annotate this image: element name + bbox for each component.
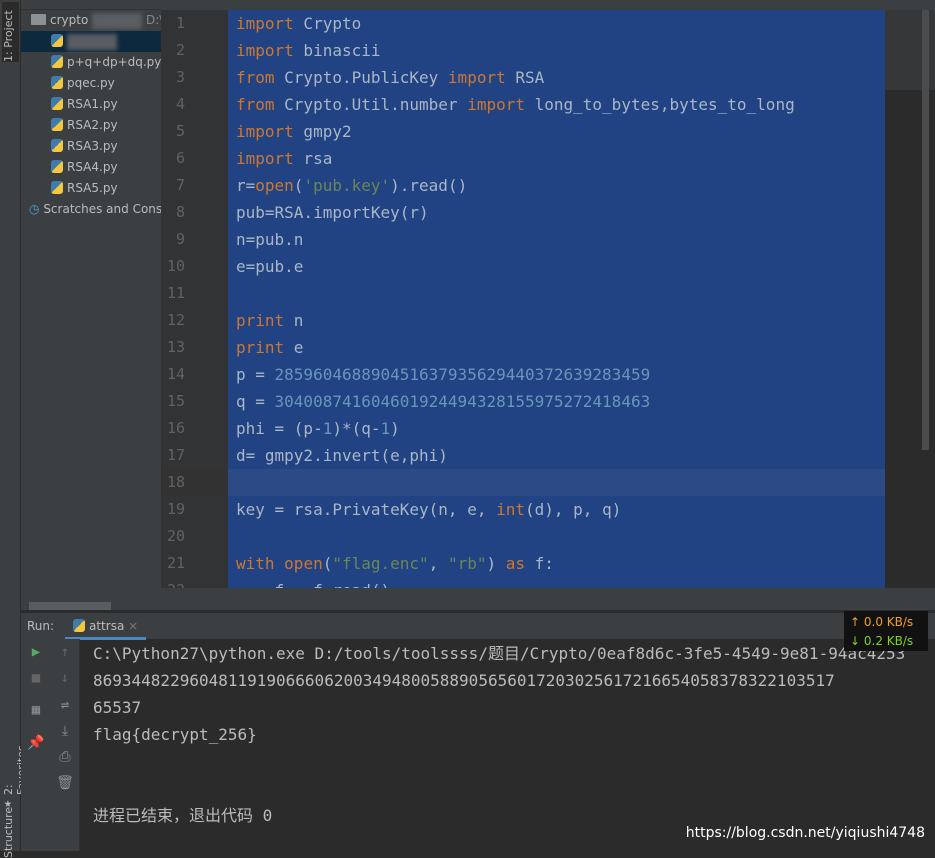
line-number: 20 — [166, 527, 185, 545]
line-number: 10 — [166, 257, 185, 275]
code-editor[interactable]: import Crypto import binascii from Crypto.… — [228, 10, 885, 588]
code-line: phi = (p-1)*(q-1) — [236, 419, 400, 438]
line-number: 15 — [166, 392, 185, 410]
left-tool-strip: 1: Project 2: Favorites ★ Structure — [0, 0, 28, 858]
tree-file[interactable]: RSA3.py — [21, 136, 161, 157]
down-arrow-icon[interactable]: ↓ — [51, 670, 79, 686]
folder-icon — [31, 14, 46, 25]
console-line: 65537 — [93, 698, 142, 717]
rerun-icon[interactable]: ▶ — [21, 644, 51, 660]
code-line: import Crypto — [236, 14, 362, 33]
line-number: 16 — [166, 419, 185, 437]
tree-file[interactable]: RSA5.py — [21, 178, 161, 199]
tree-file[interactable]: pqec.py — [21, 73, 161, 94]
python-file-icon — [51, 55, 63, 68]
tree-file[interactable]: RSA2.py — [21, 115, 161, 136]
line-gutter: 12345678910111213141516171819202122 — [161, 10, 228, 599]
current-line-highlight — [228, 469, 885, 496]
run-tool-header: Run: attrsa × — [21, 612, 935, 640]
tree-scratches[interactable]: ◷ Scratches and Consoles — [21, 199, 161, 220]
line-number: 12 — [166, 311, 185, 329]
up-arrow-icon[interactable]: ↑ — [51, 644, 79, 660]
console-line: flag{decrypt_256} — [93, 725, 257, 744]
code-line: from Crypto.Util.number import long_to_b… — [236, 95, 795, 114]
line-number: 17 — [166, 446, 185, 464]
watermark: https://blog.csdn.net/yiqiushi4748 — [685, 825, 925, 841]
tree-file[interactable]: p+q+dp+dq.py — [21, 52, 161, 73]
scroll-to-end-icon[interactable]: ⤓ — [51, 723, 79, 739]
python-file-icon — [51, 160, 63, 173]
line-number: 1 — [175, 14, 185, 32]
line-number: 13 — [166, 338, 185, 356]
trash-icon[interactable]: 🗑 — [51, 775, 79, 791]
tree-file[interactable]: RSA4.py — [21, 157, 161, 178]
line-number: 18 — [166, 473, 185, 491]
network-speed-widget: ↑ 0.0 KB/s ↓ 0.2 KB/s — [844, 611, 928, 651]
tree-file-selected[interactable] — [21, 31, 161, 52]
tree-file[interactable]: RSA1.py — [21, 94, 161, 115]
code-line: r=open('pub.key').read() — [236, 176, 468, 195]
console-output: C:\Python27\python.exe D:/tools/toolssss… — [93, 640, 905, 829]
line-number: 19 — [166, 500, 185, 518]
editor-tab-bar — [161, 0, 935, 10]
code-line: key = rsa.PrivateKey(n, e, int(d), p, q) — [236, 500, 622, 519]
python-icon — [73, 619, 85, 632]
run-tab-attrsa[interactable]: attrsa × — [65, 613, 147, 640]
line-number: 14 — [166, 365, 185, 383]
line-number: 21 — [166, 554, 185, 572]
code-line: f = f.read() — [236, 577, 391, 588]
close-icon[interactable]: × — [128, 619, 138, 633]
line-number: 7 — [175, 176, 185, 194]
code-line: e=pub.e — [236, 257, 304, 276]
code-line: q = 304008741604601924494328155975272418… — [236, 392, 651, 411]
code-line: p = 285960468890451637935629440372639283… — [236, 365, 651, 384]
line-number: 5 — [175, 122, 185, 140]
code-line: n=pub.n — [236, 230, 304, 249]
console-line: C:\Python27\python.exe D:/tools/toolssss… — [93, 644, 906, 663]
line-number: 9 — [175, 230, 185, 248]
line-number: 11 — [166, 284, 185, 302]
line-number: 2 — [175, 41, 185, 59]
soft-wrap-icon[interactable]: ⇌ — [51, 697, 79, 713]
python-file-icon — [51, 139, 63, 152]
python-file-icon — [51, 181, 63, 194]
stop-icon[interactable]: ■ — [21, 670, 51, 686]
scratches-icon: ◷ — [29, 202, 40, 216]
console-toolbar: ↑ ↓ ⇌ ⤓ ⎙ 🗑 — [51, 639, 80, 851]
code-line: with open("flag.enc", "rb") as f: — [236, 554, 554, 573]
pin-icon[interactable]: 📌 — [21, 735, 51, 751]
line-number: 4 — [175, 95, 185, 113]
code-line: from Crypto.PublicKey import RSA — [236, 68, 545, 87]
horizontal-scrollbar[interactable] — [21, 588, 935, 610]
code-line: import binascii — [236, 41, 381, 60]
python-file-icon — [51, 97, 63, 110]
tree-root[interactable]: crypto D:\ — [21, 10, 161, 31]
python-file-icon — [51, 34, 63, 47]
python-file-icon — [51, 76, 63, 89]
code-line: import rsa — [236, 149, 333, 168]
code-line: d= gmpy2.invert(e,phi) — [236, 446, 448, 465]
line-number: 8 — [175, 203, 185, 221]
line-number: 6 — [175, 149, 185, 167]
code-line: pub=RSA.importKey(r) — [236, 203, 429, 222]
layout-icon[interactable]: ▦ — [21, 702, 51, 718]
line-number: 3 — [175, 68, 185, 86]
python-file-icon — [51, 118, 63, 131]
run-toolbar: ▶ ■ ▦ 📌 — [21, 639, 51, 851]
editor-scrollbar[interactable] — [885, 10, 935, 588]
project-tool-tab[interactable]: 1: Project — [2, 2, 19, 62]
code-line: print e — [236, 338, 304, 357]
code-line: print n — [236, 311, 304, 330]
structure-tool-tab[interactable]: Structure — [2, 807, 15, 858]
project-panel: crypto D:\ p+q+dp+dq.pypqec.pyRSA1.pyRSA… — [21, 0, 161, 610]
console-line: 8693448229604811919066606200349480058890… — [93, 671, 835, 690]
print-icon[interactable]: ⎙ — [51, 749, 79, 765]
code-line: import gmpy2 — [236, 122, 352, 141]
